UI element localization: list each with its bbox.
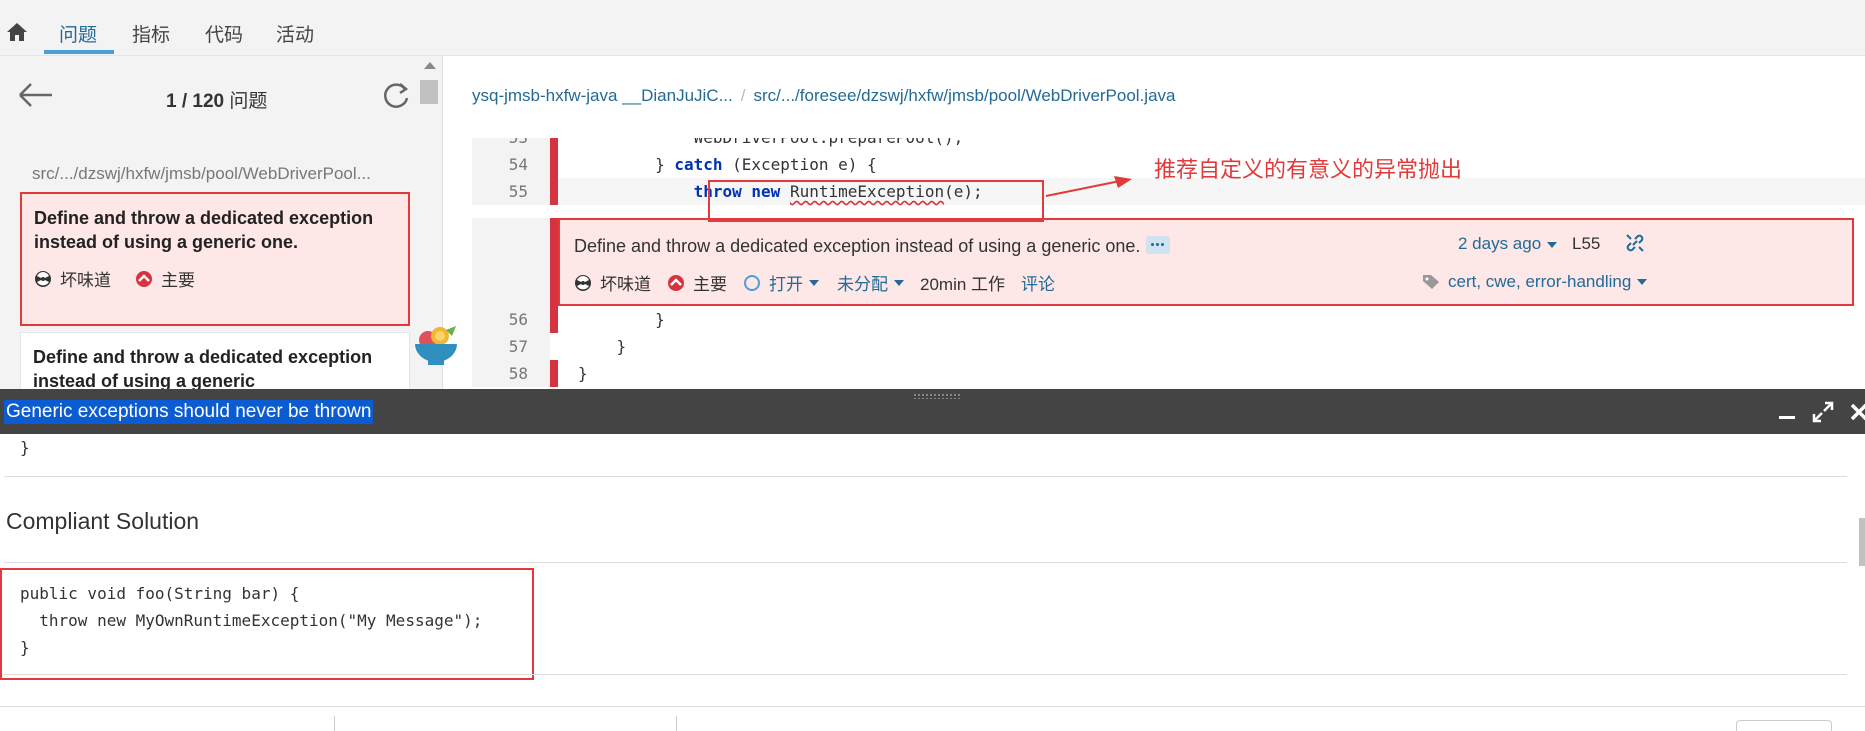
tab-code[interactable]: 代码 [205,20,243,47]
active-tab-indicator [44,50,114,54]
severity-major-icon [136,270,152,287]
issue-severity: 主要 [161,271,195,290]
line-number[interactable]: 57 [472,333,550,360]
inline-issue-message[interactable]: Define and throw a dedicated exception i… [574,236,1171,257]
section-heading: Compliant Solution [6,508,200,534]
divider [4,674,1847,675]
fruit-bowl-avatar-icon [415,326,457,365]
issue-marker [550,178,558,205]
code-text: } [578,337,627,356]
link-icon[interactable] [1624,232,1646,254]
code-smell-icon [35,270,51,287]
code-text: WebDriverPool.prepareP0ol(); [558,138,964,151]
drag-handle[interactable] [913,393,961,399]
top-nav-bar: 问题 指标 代码 活动 [0,0,1865,56]
line-number[interactable]: 58 [472,360,550,387]
line-number[interactable]: 55 [472,178,550,205]
annotation-text: 推荐自定义的有意义的异常抛出 [1154,158,1463,183]
issue-counter-value: 1 / 120 [166,91,225,112]
code-line: 53 WebDriverPool.prepareP0ol(); [472,138,1865,151]
divider [334,716,335,731]
line-number[interactable]: 53 [472,138,550,151]
issue-marker [550,138,558,151]
divider [4,476,1847,477]
issue-card-selected[interactable]: Define and throw a dedicated exception i… [20,192,410,326]
code-text: } [578,310,665,329]
issue-effort: 20min 工作 [920,275,1006,294]
issue-type: 坏味道 [60,271,111,290]
scroll-up-arrow[interactable] [424,62,436,69]
inline-issue-box: Define and throw a dedicated exception i… [472,218,1865,306]
minimize-icon[interactable] [1776,401,1798,423]
annotation-highlight-box [708,180,1044,222]
issue-age-dropdown[interactable]: 2 days ago [1458,234,1558,254]
issue-title: Define and throw a dedicated exception i… [34,208,374,252]
expand-icon[interactable] [1812,401,1834,423]
code-line: 57 } [472,333,1865,360]
issue-tags[interactable]: cert, cwe, error-handling [1422,272,1648,292]
chevron-down-icon[interactable] [894,279,904,286]
code-text: } [578,364,588,383]
compliant-code-block: public void foo(String bar) { throw new … [0,568,534,680]
code-smell-icon [575,274,591,291]
line-number[interactable]: 54 [472,151,550,178]
close-icon[interactable] [1848,401,1865,423]
tab-activity[interactable]: 活动 [276,20,314,47]
issue-severity[interactable]: 主要 [693,270,727,295]
rule-description: } Compliant Solution public void foo(Str… [0,434,1865,731]
status-open-icon [744,274,760,291]
issue-assignee[interactable]: 未分配 [837,270,888,295]
code-line: 56 } [472,306,1865,333]
comment-link[interactable]: 评论 [1021,270,1055,295]
home-icon[interactable] [6,22,28,42]
severity-major-icon [668,274,684,291]
footer-button[interactable] [1736,720,1832,731]
rule-title: Generic exceptions should never be throw… [4,400,374,424]
inline-issue-card[interactable]: Define and throw a dedicated exception i… [558,218,1854,306]
tab-measures[interactable]: 指标 [132,20,170,47]
code-snippet-end: } [20,438,30,457]
issue-type[interactable]: 坏味道 [600,270,651,295]
issue-file-path: src/.../dzswj/hxfw/jmsb/pool/WebDriverPo… [32,164,371,183]
issue-marker [550,360,558,387]
line-number[interactable]: 56 [472,306,550,333]
divider [676,716,677,731]
divider [0,706,1865,707]
annotation-arrow-icon [1045,176,1132,197]
issue-counter: 1 / 120 问题 [166,86,267,113]
issue-title: Define and throw a dedicated exception i… [33,347,373,389]
back-arrow-icon[interactable] [18,82,54,108]
issue-line-number: L55 [1572,234,1601,253]
divider [4,562,1847,563]
code-line: 58 } [472,360,1865,387]
sidebar-scrollbar[interactable] [420,80,438,104]
issue-status[interactable]: 打开 [769,270,803,295]
issues-sidebar: 1 / 120 问题 src/.../dzswj/hxfw/jmsb/pool/… [0,56,443,389]
issue-card[interactable]: Define and throw a dedicated exception i… [20,332,410,389]
issue-counter-label: 问题 [229,91,268,112]
rule-panel-header: Generic exceptions should never be throw… [0,389,1865,434]
tag-icon [1423,275,1439,289]
breadcrumb-path[interactable]: src/.../foresee/dzswj/hxfw/jmsb/pool/Web… [753,86,1175,105]
issue-marker [550,151,558,178]
more-options-button[interactable] [1146,236,1171,255]
refresh-icon[interactable] [380,80,412,112]
issue-marker [550,218,558,306]
chevron-down-icon[interactable] [809,279,819,286]
panel-scrollbar[interactable] [1859,518,1865,566]
breadcrumb-project[interactable]: ysq-jmsb-hxfw-java __DianJuJiC... [472,86,733,105]
issue-marker [550,306,558,333]
breadcrumb: ysq-jmsb-hxfw-java __DianJuJiC... / src/..… [472,86,1176,105]
code-text: } catch (Exception e) { [578,155,877,174]
tab-issues[interactable]: 问题 [59,20,97,47]
